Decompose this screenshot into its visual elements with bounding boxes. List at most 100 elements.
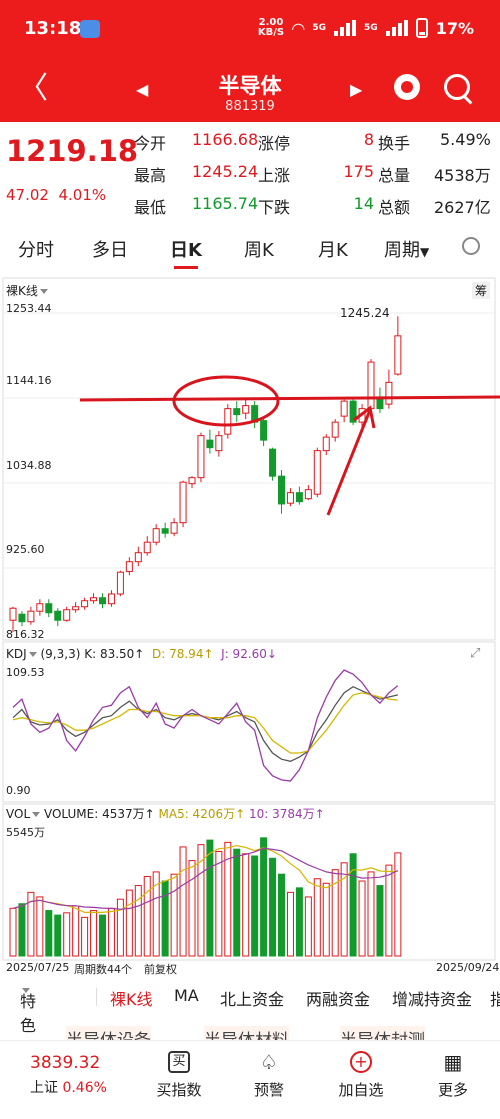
bell-icon: ♤: [260, 1050, 278, 1074]
feature-holdings[interactable]: 增减持资金: [392, 986, 472, 1010]
y-tick: 1253.44: [6, 302, 52, 315]
volume-bar: [143, 875, 151, 957]
candle: [206, 439, 214, 449]
date-start: 2025/07/25: [6, 961, 70, 974]
tab-weekly-k[interactable]: 周K: [244, 236, 274, 262]
volume-ma5-line: [12, 844, 398, 914]
kdj-header[interactable]: KDJ (9,3,3) K: 83.50↑ D: 78.94↑ J: 92.60…: [6, 647, 277, 661]
volume-bar: [125, 889, 133, 957]
candle: [161, 528, 169, 534]
tab-monthly-k[interactable]: 月K: [318, 236, 348, 262]
price-change: 47.02 4.01%: [6, 186, 107, 204]
tab-period[interactable]: 周期▼: [384, 236, 429, 262]
net-speed: 2.00 KB/S: [257, 17, 285, 38]
vol-header[interactable]: VOL VOLUME: 4537万↑ MA5: 4206万↑ 10: 3784万…: [6, 805, 325, 822]
battery-icon: [415, 18, 428, 38]
volume-bar: [215, 850, 223, 957]
quote-row: 今开 1166.68 涨停 8 换手 5.49%: [134, 130, 491, 153]
candle: [269, 448, 277, 477]
volume-bar: [286, 891, 294, 957]
volume-bar: [116, 898, 124, 957]
sim1-label: 5G: [312, 23, 327, 33]
volume-bar: [36, 896, 44, 957]
candle: [295, 492, 303, 503]
candle: [143, 541, 151, 554]
settings-icon[interactable]: [462, 237, 480, 255]
tab-multiday[interactable]: 多日: [92, 236, 128, 262]
feature-ma[interactable]: MA: [174, 986, 199, 1005]
candle: [385, 381, 393, 405]
candle: [179, 481, 187, 524]
clock: 13:18: [24, 18, 82, 39]
signal-icon: [334, 20, 357, 36]
candle: [331, 421, 339, 438]
period-tabs: 分时 多日 日K 周K 月K 周期▼: [0, 228, 500, 269]
kline-type-selector[interactable]: 裸K线: [6, 282, 48, 299]
volume-bar: [269, 857, 277, 957]
index-value[interactable]: 3839.32: [30, 1053, 100, 1073]
y-tick: 1144.16: [6, 374, 52, 387]
volume-bar: [322, 882, 330, 957]
volume-bar: [179, 846, 187, 957]
status-bar: 13:18 2.00 KB/S ◠ 5G 5G 17%: [0, 0, 500, 56]
volume-bar: [90, 910, 98, 957]
candle: [63, 609, 71, 621]
candle: [367, 361, 375, 410]
kdj-j-line: [12, 669, 399, 782]
candle: [394, 335, 402, 375]
grid-icon: ▦: [443, 1050, 463, 1074]
watermark: 木兰兮子: [396, 1099, 445, 1113]
search-icon[interactable]: [444, 74, 470, 100]
alert-bell-icon[interactable]: [394, 74, 420, 100]
volume-bar: [99, 914, 106, 957]
candle: [134, 552, 142, 563]
volume-bar: [278, 873, 285, 957]
annotation-line: [79, 395, 500, 402]
volume-bar: [304, 896, 312, 957]
volume-bar: [72, 905, 80, 957]
feature-bare-k[interactable]: 裸K线: [110, 986, 153, 1010]
volume-bar: [63, 912, 71, 957]
kdj-min: 0.90: [6, 784, 31, 797]
high-price-label: 1245.24: [340, 306, 390, 320]
kdj-max: 109.53: [6, 666, 45, 679]
candle: [286, 492, 294, 504]
candle: [376, 397, 384, 410]
feature-more[interactable]: 指: [490, 986, 500, 1010]
volume-bar: [260, 837, 268, 957]
volume-bar: [18, 903, 26, 957]
price-panel-frame: [2, 277, 496, 641]
y-tick: 816.32: [6, 628, 45, 641]
chip-button[interactable]: 筹: [472, 282, 491, 299]
period-count: 周期数44个: [74, 963, 132, 976]
kline-chart[interactable]: [0, 270, 500, 978]
tab-intraday[interactable]: 分时: [18, 236, 54, 262]
volume-bar: [367, 871, 375, 957]
expand-icon[interactable]: ⤢: [470, 646, 480, 661]
candle: [278, 475, 285, 505]
volume-bar: [251, 855, 259, 957]
more-button[interactable]: ▦ 更多: [418, 1051, 488, 1100]
feature-northbound[interactable]: 北上资金: [220, 986, 284, 1010]
candle: [215, 435, 223, 452]
candle: [313, 450, 321, 495]
next-stock-arrow-icon[interactable]: ▶: [350, 80, 362, 99]
candle: [116, 571, 124, 595]
buy-index-button[interactable]: 买买指数: [144, 1051, 214, 1100]
feature-margin[interactable]: 两融资金: [306, 986, 370, 1010]
candle: [36, 603, 44, 612]
stock-code: 881319: [225, 99, 275, 114]
candle: [90, 597, 98, 602]
tab-daily-k[interactable]: 日K: [170, 236, 202, 269]
candle: [170, 522, 178, 534]
plus-circle-icon: +: [350, 1051, 372, 1073]
kdj-panel-frame: [2, 641, 496, 803]
index-label[interactable]: 上证 0.46%: [30, 1077, 107, 1097]
candle: [45, 603, 53, 614]
volume-bar: [9, 907, 17, 957]
volume-bar: [81, 916, 89, 957]
add-watchlist-button[interactable]: + 加自选: [326, 1051, 396, 1100]
candle: [54, 610, 62, 621]
date-end: 2025/09/24: [436, 961, 500, 974]
alert-button[interactable]: ♤ 预警: [234, 1051, 304, 1100]
